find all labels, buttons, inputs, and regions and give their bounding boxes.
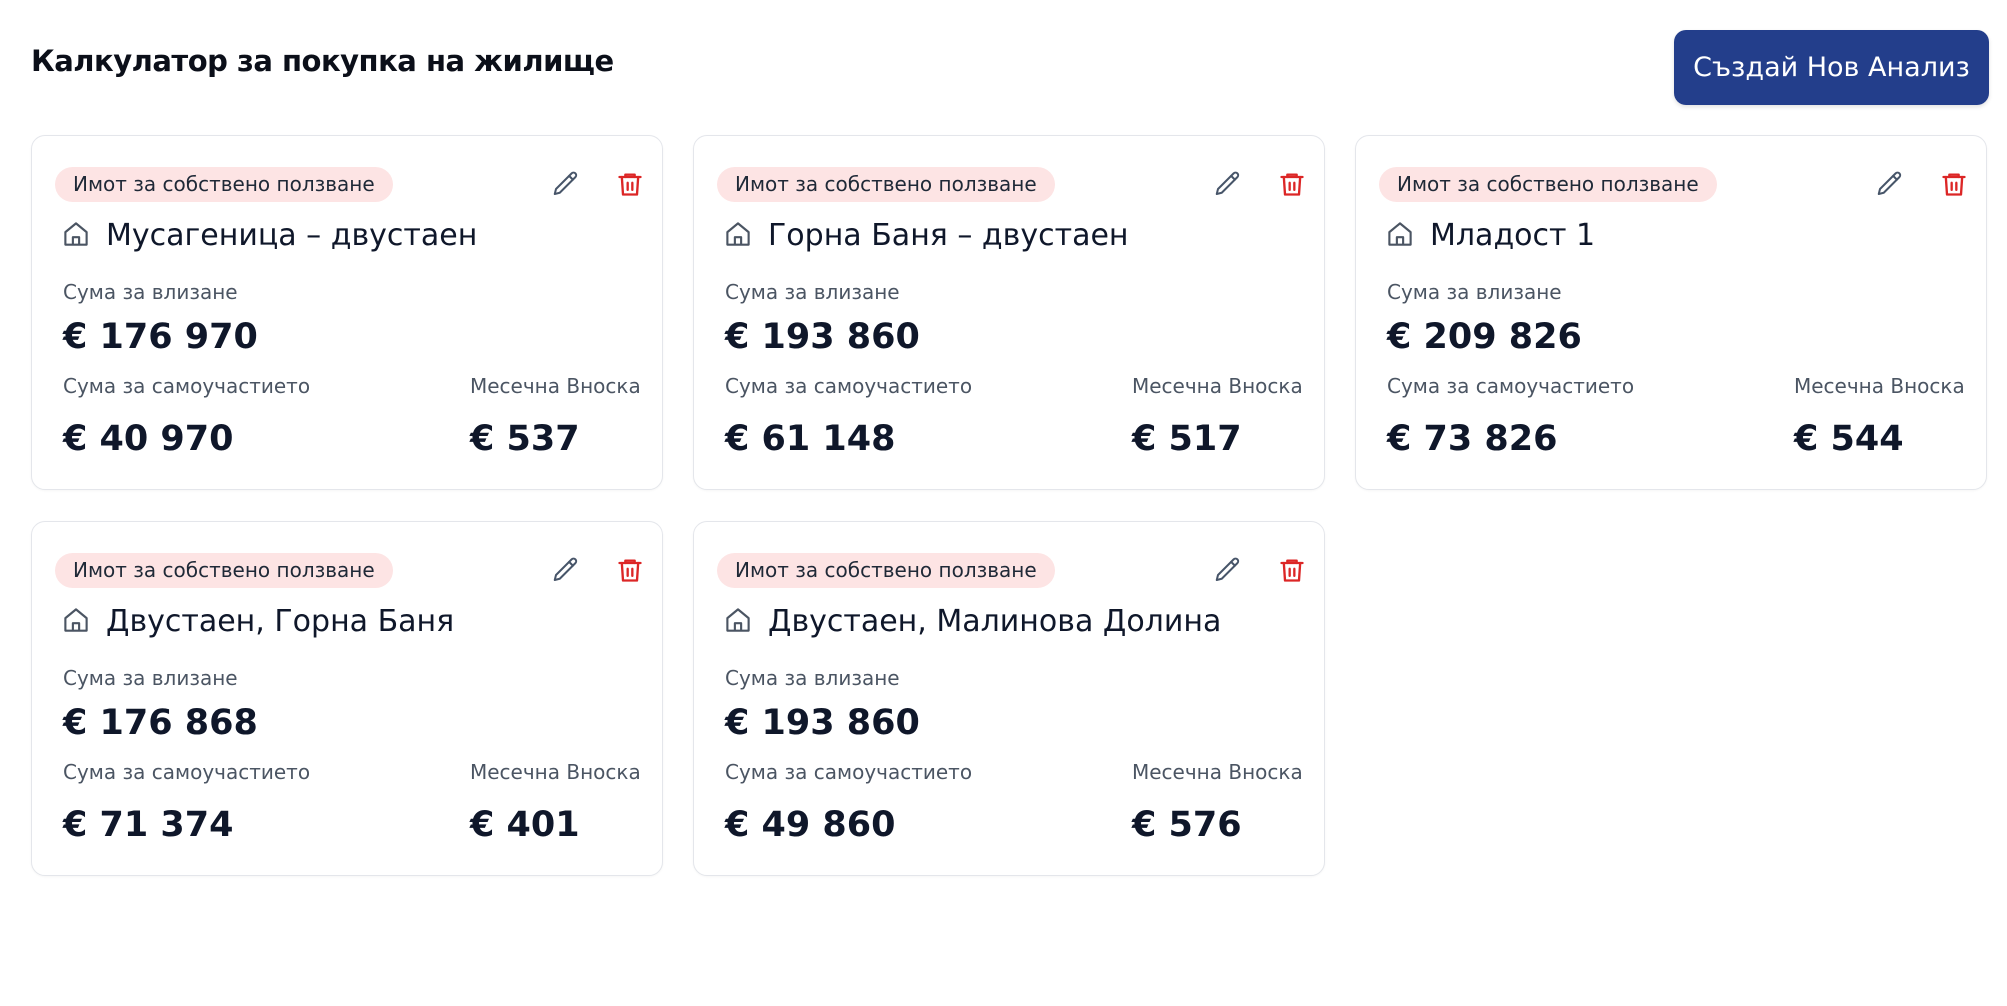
monthly-payment-label: Месечна Вноска bbox=[470, 760, 641, 784]
property-type-tag: Имот за собствено ползване bbox=[717, 553, 1055, 588]
card-title: Мусагеница – двустаен bbox=[106, 218, 478, 253]
self-participation-value: € 73 826 bbox=[1387, 419, 1558, 459]
home-icon bbox=[723, 605, 753, 639]
property-type-tag: Имот за собствено ползване bbox=[1379, 167, 1717, 202]
entry-amount-value: € 193 860 bbox=[725, 703, 920, 743]
self-participation-value: € 49 860 bbox=[725, 805, 896, 845]
pencil-icon[interactable] bbox=[1210, 552, 1246, 588]
entry-amount-label: Сума за влизане bbox=[725, 666, 900, 690]
card-title-row: Двустаен, Горна Баня bbox=[61, 604, 454, 639]
pencil-icon[interactable] bbox=[548, 552, 584, 588]
self-participation-label: Сума за самоучастието bbox=[63, 760, 311, 784]
home-icon bbox=[1385, 219, 1415, 253]
card-title-row: Мусагеница – двустаен bbox=[61, 218, 477, 253]
analysis-card[interactable]: Имот за собствено ползване Младост 1 Сум… bbox=[1355, 135, 1987, 490]
analysis-cards-grid: Имот за собствено ползване Мусагеница – … bbox=[31, 135, 1987, 876]
page: Калкулатор за покупка на жилище Създай Н… bbox=[0, 0, 2007, 1006]
property-type-tag: Имот за собствено ползване bbox=[717, 167, 1055, 202]
entry-amount-value: € 193 860 bbox=[725, 317, 920, 357]
pencil-icon[interactable] bbox=[548, 166, 584, 202]
analysis-card[interactable]: Имот за собствено ползване Двустаен, Гор… bbox=[31, 521, 663, 876]
pencil-icon[interactable] bbox=[1872, 166, 1908, 202]
card-title-row: Двустаен, Малинова Долина bbox=[723, 604, 1221, 639]
card-title: Двустаен, Горна Баня bbox=[106, 604, 455, 639]
home-icon bbox=[61, 219, 91, 253]
property-type-tag: Имот за собствено ползване bbox=[55, 553, 393, 588]
card-title: Горна Баня – двустаен bbox=[768, 218, 1129, 253]
home-icon bbox=[61, 605, 91, 639]
property-type-tag: Имот за собствено ползване bbox=[55, 167, 393, 202]
trash-icon[interactable] bbox=[612, 166, 648, 202]
trash-icon[interactable] bbox=[612, 552, 648, 588]
page-title: Калкулатор за покупка на жилище bbox=[31, 44, 614, 78]
entry-amount-label: Сума за влизане bbox=[1387, 280, 1562, 304]
analysis-card[interactable]: Имот за собствено ползване Мусагеница – … bbox=[31, 135, 663, 490]
monthly-payment-value: € 537 bbox=[470, 419, 580, 459]
self-participation-value: € 61 148 bbox=[725, 419, 896, 459]
trash-icon[interactable] bbox=[1274, 552, 1310, 588]
trash-icon[interactable] bbox=[1274, 166, 1310, 202]
trash-icon[interactable] bbox=[1936, 166, 1972, 202]
monthly-payment-label: Месечна Вноска bbox=[470, 374, 641, 398]
monthly-payment-value: € 576 bbox=[1132, 805, 1242, 845]
monthly-payment-label: Месечна Вноска bbox=[1794, 374, 1965, 398]
home-icon bbox=[723, 219, 753, 253]
entry-amount-label: Сума за влизане bbox=[63, 280, 238, 304]
analysis-card[interactable]: Имот за собствено ползване Горна Баня – … bbox=[693, 135, 1325, 490]
card-title: Двустаен, Малинова Долина bbox=[768, 604, 1222, 639]
monthly-payment-value: € 544 bbox=[1794, 419, 1904, 459]
entry-amount-label: Сума за влизане bbox=[63, 666, 238, 690]
self-participation-label: Сума за самоучастието bbox=[725, 374, 973, 398]
self-participation-value: € 40 970 bbox=[63, 419, 234, 459]
self-participation-label: Сума за самоучастието bbox=[63, 374, 311, 398]
pencil-icon[interactable] bbox=[1210, 166, 1246, 202]
self-participation-label: Сума за самоучастието bbox=[725, 760, 973, 784]
monthly-payment-label: Месечна Вноска bbox=[1132, 760, 1303, 784]
entry-amount-value: € 176 868 bbox=[63, 703, 258, 743]
self-participation-label: Сума за самоучастието bbox=[1387, 374, 1635, 398]
monthly-payment-value: € 517 bbox=[1132, 419, 1242, 459]
self-participation-value: € 71 374 bbox=[63, 805, 234, 845]
entry-amount-value: € 176 970 bbox=[63, 317, 258, 357]
card-title: Младост 1 bbox=[1430, 218, 1596, 253]
entry-amount-label: Сума за влизане bbox=[725, 280, 900, 304]
card-title-row: Младост 1 bbox=[1385, 218, 1595, 253]
monthly-payment-label: Месечна Вноска bbox=[1132, 374, 1303, 398]
entry-amount-value: € 209 826 bbox=[1387, 317, 1582, 357]
header: Калкулатор за покупка на жилище Създай Н… bbox=[31, 30, 1989, 105]
card-title-row: Горна Баня – двустаен bbox=[723, 218, 1129, 253]
monthly-payment-value: € 401 bbox=[470, 805, 580, 845]
analysis-card[interactable]: Имот за собствено ползване Двустаен, Мал… bbox=[693, 521, 1325, 876]
create-new-analysis-button[interactable]: Създай Нов Анализ bbox=[1674, 30, 1989, 105]
